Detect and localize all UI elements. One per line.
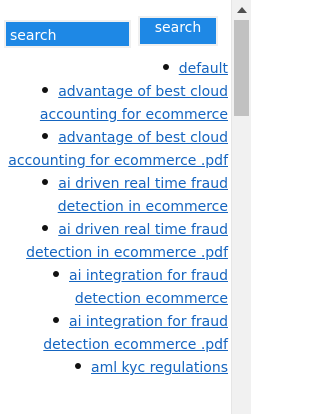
- search-input[interactable]: [4, 20, 131, 48]
- list-item: aml kyc regulations: [0, 357, 228, 380]
- bullet-icon: [53, 317, 59, 323]
- page-content: search default advantage of best cloud a…: [0, 0, 231, 414]
- bullet-icon: [42, 225, 49, 231]
- list-link[interactable]: default: [179, 61, 228, 77]
- list-link[interactable]: advantage of best cloud accounting for e…: [40, 84, 228, 123]
- bullet-icon: [42, 87, 49, 93]
- link-list: default advantage of best cloud accounti…: [0, 58, 231, 380]
- list-link[interactable]: ai integration for fraud detection ecomm…: [69, 268, 228, 307]
- list-item: default: [0, 58, 228, 81]
- bullet-icon: [42, 179, 49, 185]
- list-item: ai driven real time fraud detection in e…: [0, 173, 228, 219]
- bullet-icon: [42, 133, 49, 139]
- list-item: ai driven real time fraud detection in e…: [0, 219, 228, 265]
- scroll-up-arrow-icon[interactable]: [232, 0, 252, 18]
- list-item: ai integration for fraud detection ecomm…: [0, 311, 228, 357]
- list-link[interactable]: ai driven real time fraud detection in e…: [26, 222, 228, 261]
- bullet-icon: [75, 363, 81, 369]
- list-item: ai integration for fraud detection ecomm…: [0, 265, 228, 311]
- search-button[interactable]: search: [138, 16, 218, 46]
- search-bar: search: [0, 0, 231, 58]
- scrollbar-thumb[interactable]: [234, 20, 249, 116]
- bullet-icon: [53, 271, 59, 277]
- vertical-scrollbar[interactable]: [231, 0, 251, 414]
- bullet-icon: [162, 64, 169, 70]
- list-link[interactable]: aml kyc regulations: [91, 360, 228, 376]
- list-link[interactable]: ai driven real time fraud detection in e…: [58, 176, 228, 215]
- list-item: advantage of best cloud accounting for e…: [0, 81, 228, 127]
- list-link[interactable]: ai integration for fraud detection ecomm…: [43, 314, 228, 353]
- list-item: advantage of best cloud accounting for e…: [0, 127, 228, 173]
